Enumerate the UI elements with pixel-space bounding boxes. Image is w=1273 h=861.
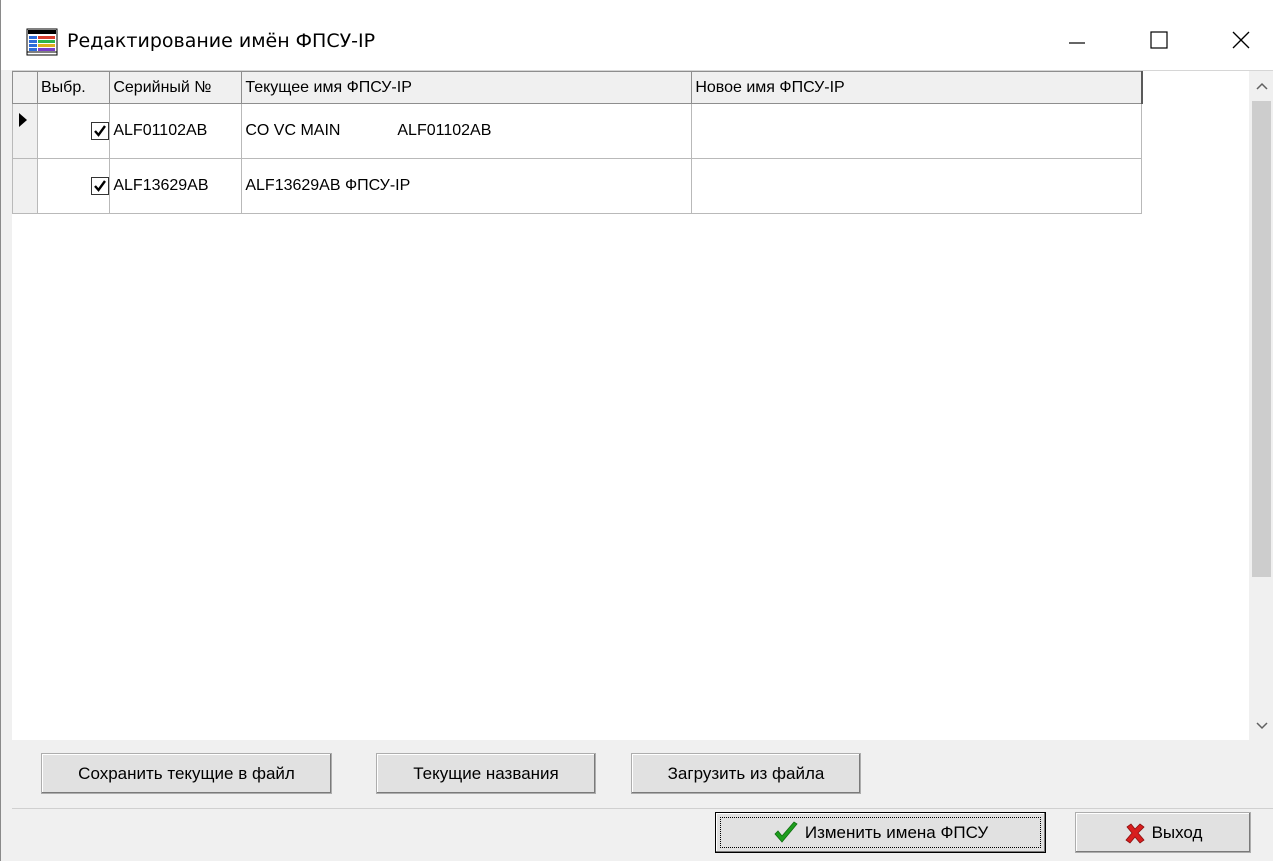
panel-separator (12, 808, 1273, 809)
select-checkbox[interactable] (91, 122, 109, 140)
column-header-select[interactable]: Выбр. (36, 71, 111, 104)
table-row[interactable]: ALF01102AB CO VC MAIN ALF01102AB (12, 102, 1143, 160)
select-cell[interactable] (36, 158, 111, 215)
column-header-new-name[interactable]: Новое имя ФПСУ-IP (691, 71, 1143, 104)
current-names-label: Текущие названия (413, 763, 559, 783)
bottom-panel: Сохранить текущие в файл Текущие названи… (12, 740, 1273, 861)
table-row[interactable]: ALF13629AB ALF13629AB ФПСУ-IP (12, 158, 1143, 215)
scroll-down-button[interactable] (1249, 711, 1273, 741)
row-indicator[interactable] (12, 158, 38, 215)
scroll-up-button[interactable] (1249, 71, 1273, 101)
new-name-cell[interactable] (691, 102, 1143, 160)
vertical-scrollbar[interactable] (1249, 71, 1273, 741)
save-to-file-button[interactable]: Сохранить текущие в файл (41, 753, 332, 794)
row-indicator[interactable] (12, 102, 38, 160)
header-row: Выбр. Серийный № Текущее имя ФПСУ-IP Нов… (12, 71, 1143, 104)
column-header-serial[interactable]: Серийный № (109, 71, 243, 104)
title-bar: Редактирование имён ФПСУ-IP (1, 0, 1273, 70)
exit-label: Выход (1151, 822, 1203, 842)
save-to-file-label: Сохранить текущие в файл (78, 763, 295, 783)
red-cross-icon (1124, 822, 1146, 844)
names-table: Выбр. Серийный № Текущее имя ФПСУ-IP Нов… (12, 71, 1143, 215)
current-names-button[interactable]: Текущие названия (376, 753, 596, 794)
app-grid-icon (26, 28, 58, 60)
chevron-down-icon (1255, 722, 1268, 730)
current-row-arrow-icon (19, 113, 27, 127)
new-name-cell[interactable] (691, 158, 1143, 215)
window-title: Редактирование имён ФПСУ-IP (67, 30, 376, 52)
apply-rename-button[interactable]: Изменить имена ФПСУ (715, 812, 1046, 853)
minimize-button[interactable] (1047, 18, 1107, 62)
indicator-header (12, 71, 38, 104)
load-from-file-label: Загрузить из файла (667, 763, 825, 783)
maximize-icon (1150, 31, 1168, 49)
scrollbar-thumb[interactable] (1252, 101, 1271, 577)
names-grid[interactable]: Выбр. Серийный № Текущее имя ФПСУ-IP Нов… (12, 70, 1273, 741)
current-name-cell[interactable]: ALF13629AB ФПСУ-IP (241, 158, 693, 215)
close-icon (1232, 31, 1250, 49)
checkmark-icon (94, 180, 107, 193)
column-header-current-name[interactable]: Текущее имя ФПСУ-IP (241, 71, 693, 104)
checkmark-icon (94, 125, 107, 137)
load-from-file-button[interactable]: Загрузить из файла (631, 753, 861, 794)
serial-cell[interactable]: ALF01102AB (109, 102, 243, 160)
exit-button[interactable]: Выход (1075, 812, 1251, 853)
dialog-window: Редактирование имён ФПСУ-IP Выбр. Серийн… (0, 0, 1273, 861)
minimize-icon (1069, 42, 1085, 44)
current-name-cell[interactable]: CO VC MAIN ALF01102AB (241, 102, 693, 160)
chevron-up-icon (1255, 82, 1268, 90)
close-button[interactable] (1211, 18, 1271, 62)
maximize-button[interactable] (1129, 18, 1189, 62)
focus-ring (720, 817, 1041, 848)
serial-cell[interactable]: ALF13629AB (109, 158, 243, 215)
select-checkbox[interactable] (91, 177, 109, 196)
select-cell[interactable] (36, 102, 111, 160)
